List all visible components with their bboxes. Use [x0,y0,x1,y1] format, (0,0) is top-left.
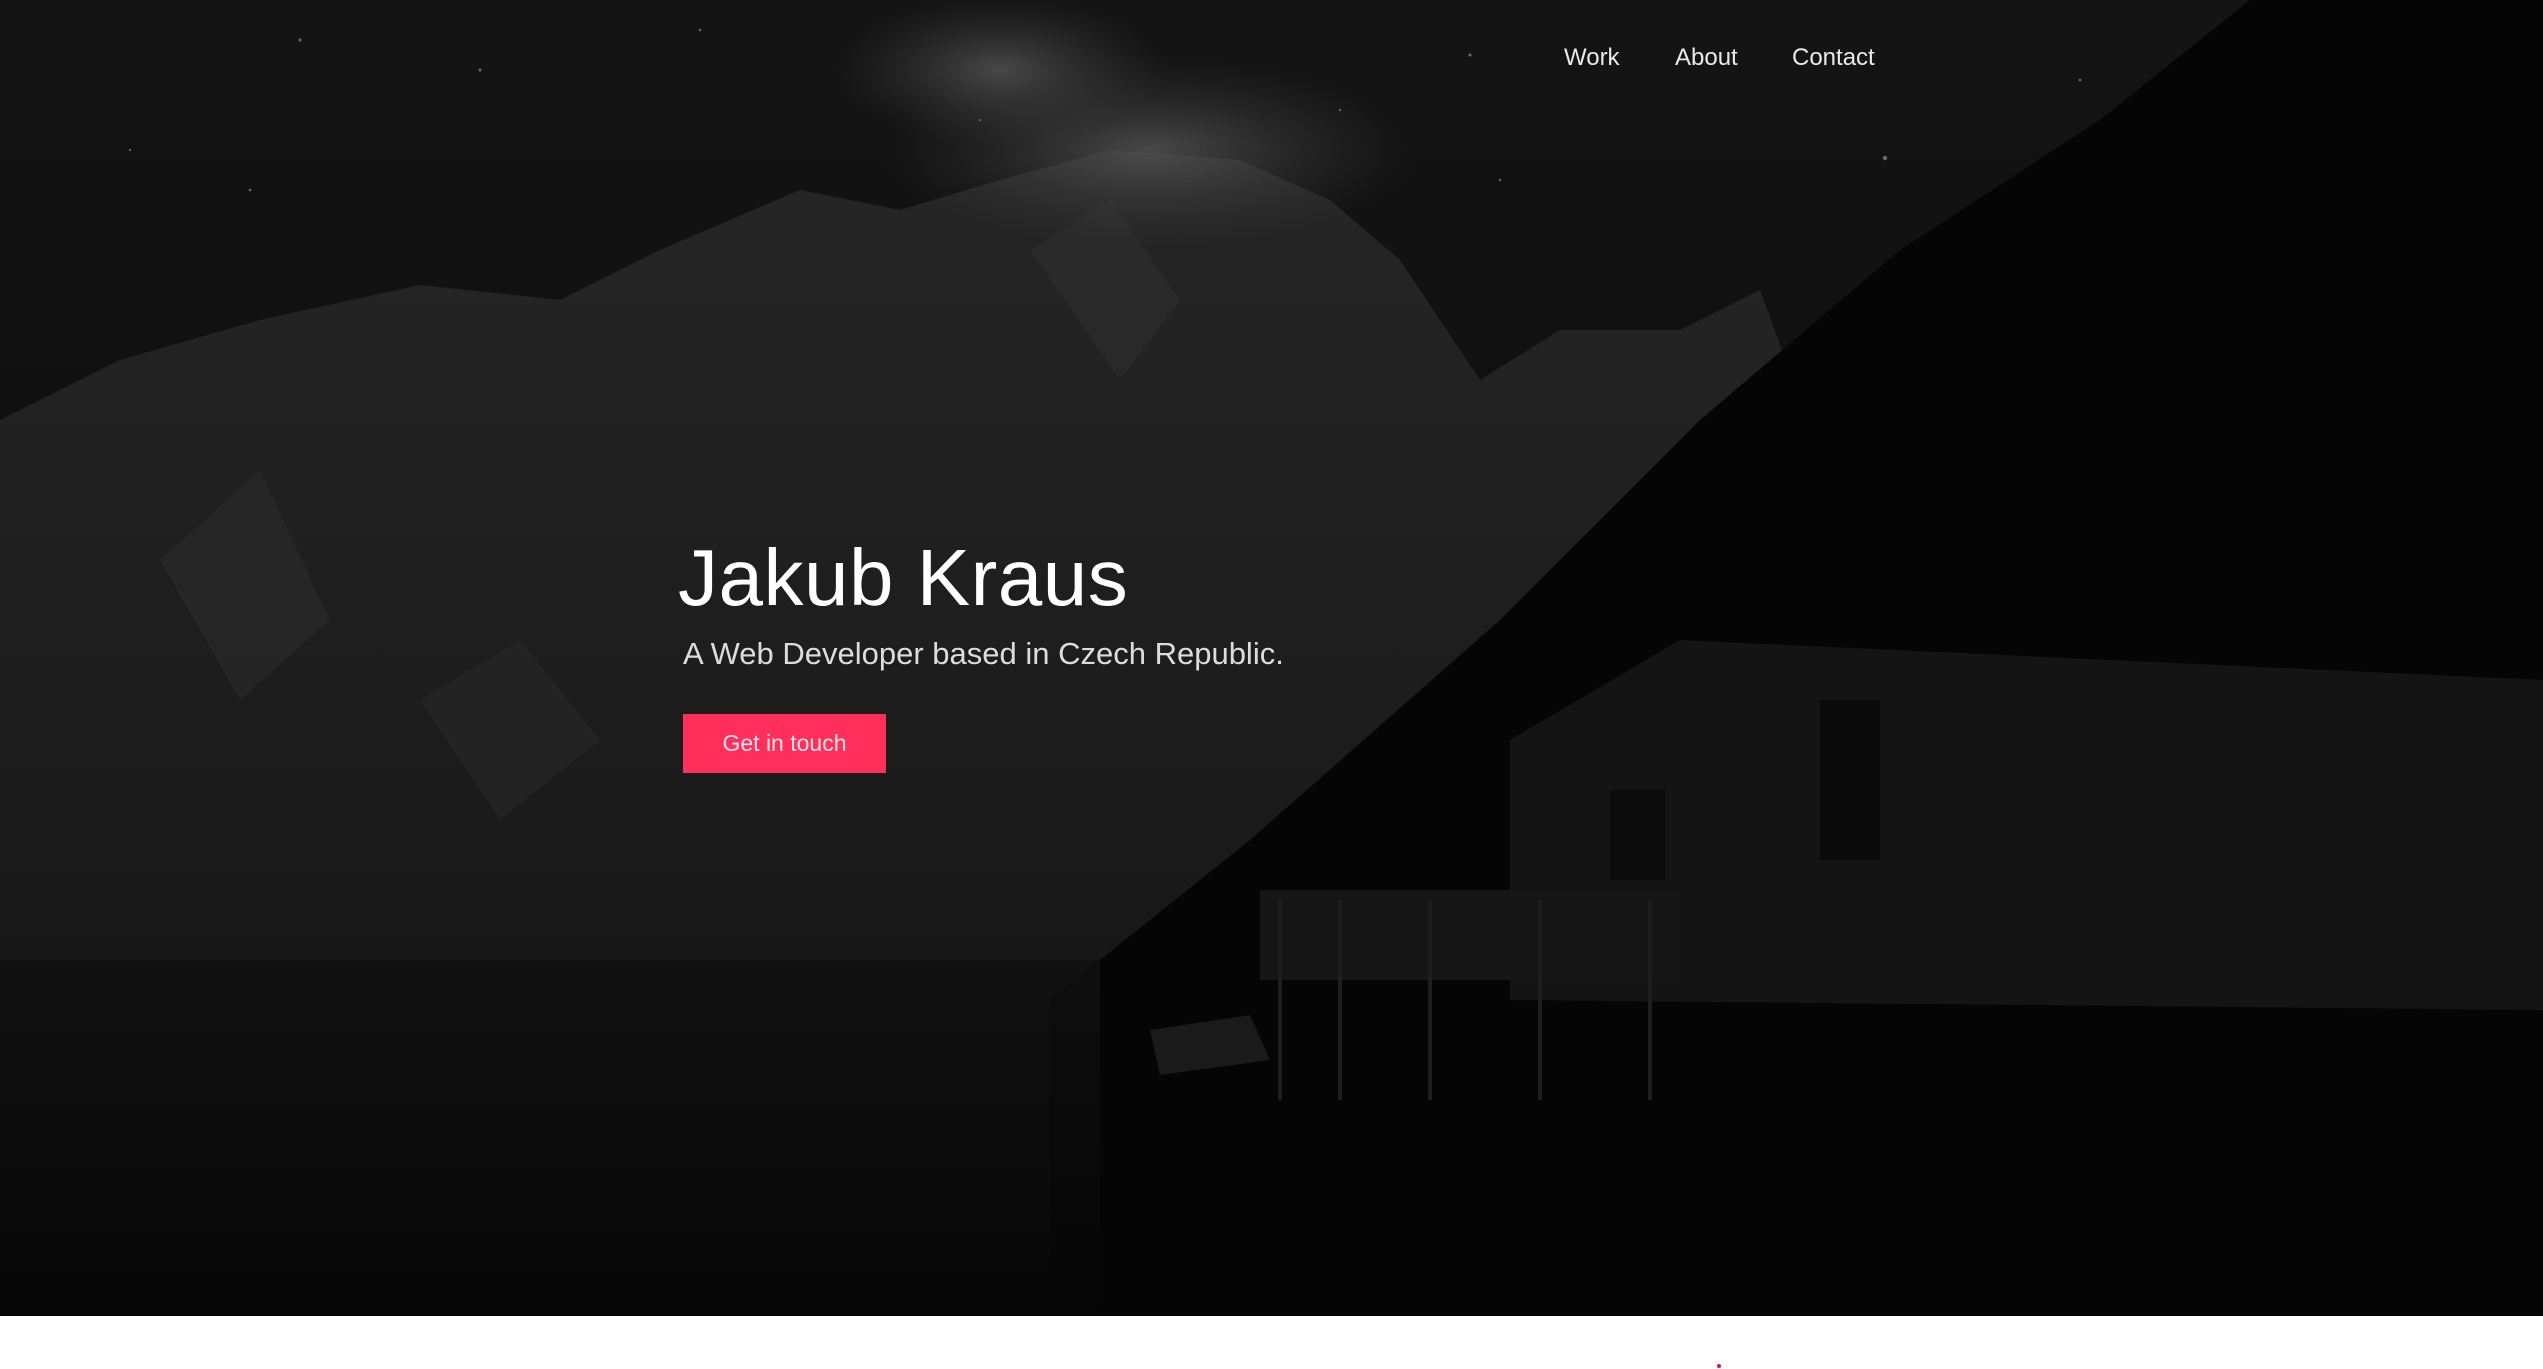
next-section [0,1316,2543,1369]
main-navigation: Work About Contact [0,38,2543,78]
hero-section: Work About Contact Jakub Kraus A Web Dev… [0,0,2543,1316]
nav-link-work[interactable]: Work [1564,38,1620,78]
nav-link-about[interactable]: About [1675,38,1738,78]
get-in-touch-button[interactable]: Get in touch [683,714,886,773]
accent-dot [1717,1364,1721,1368]
hero-subtitle: A Web Developer based in Czech Republic. [683,636,1284,671]
hero-title: Jakub Kraus [678,533,1129,622]
nav-link-contact[interactable]: Contact [1792,38,1875,78]
